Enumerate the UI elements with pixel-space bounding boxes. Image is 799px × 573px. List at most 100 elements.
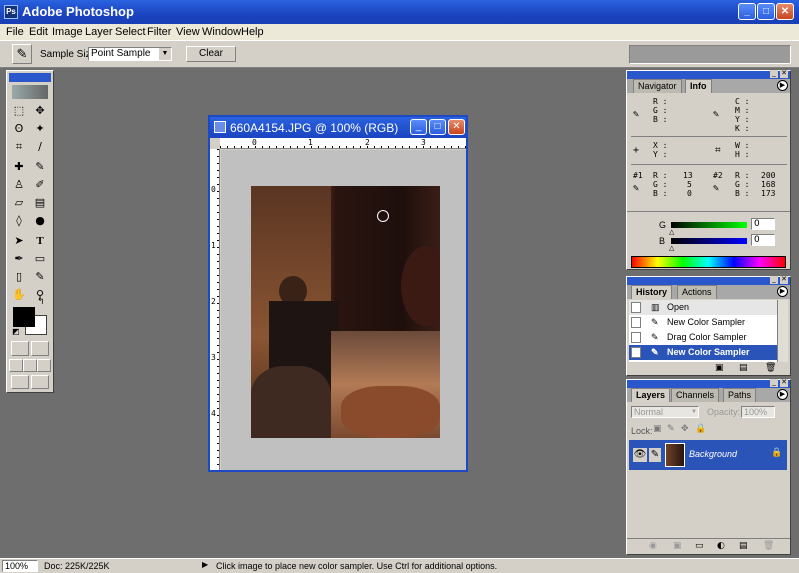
tab-channels[interactable]: Channels <box>671 388 720 402</box>
layer-style-icon[interactable]: ◉ <box>649 541 657 551</box>
full-screen-menu-mode-icon[interactable] <box>23 359 37 372</box>
menu-window[interactable]: Window <box>202 26 241 38</box>
foreground-color-front[interactable] <box>13 307 35 327</box>
new-snapshot-icon[interactable]: ▤ <box>739 363 748 373</box>
panel-close-icon[interactable]: ✕ <box>780 379 788 387</box>
tab-info[interactable]: Info <box>685 79 712 93</box>
info-panel-title-bar[interactable]: _ ✕ <box>627 70 790 79</box>
edit-in-imageready-icon[interactable] <box>31 375 49 389</box>
trash-icon[interactable]: 🗑 <box>765 363 776 373</box>
panel-menu-arrow-icon[interactable]: ▶ <box>777 389 788 400</box>
blur-tool-icon[interactable]: ◊ <box>9 213 29 229</box>
maximize-button[interactable]: □ <box>757 3 775 20</box>
clone-stamp-tool-icon[interactable]: ♙ <box>9 177 29 193</box>
panel-menu-arrow-icon[interactable]: ▶ <box>777 286 788 297</box>
panel-minimize-icon[interactable]: _ <box>770 379 778 387</box>
history-brush-tool-icon[interactable]: ✐ <box>30 177 50 193</box>
history-checkbox[interactable] <box>631 332 641 343</box>
photoshop-icon[interactable]: Ps <box>4 5 18 19</box>
chevron-down-icon[interactable]: ▼ <box>691 407 697 417</box>
notes-tool-icon[interactable]: ▯ <box>9 269 29 285</box>
adobe-online-icon[interactable] <box>12 85 48 99</box>
new-set-icon[interactable]: ▭ <box>695 541 704 551</box>
canvas-area[interactable] <box>221 150 466 470</box>
toolbox-title-bar[interactable] <box>9 73 51 82</box>
document-title-bar[interactable]: 660A4154.JPG @ 100% (RGB) _ □ ✕ <box>210 117 466 138</box>
palette-well[interactable] <box>629 45 791 64</box>
ruler-origin[interactable] <box>210 138 220 149</box>
panel-minimize-icon[interactable]: _ <box>770 70 778 78</box>
path-selection-tool-icon[interactable]: ➤ <box>9 233 29 249</box>
eraser-tool-icon[interactable]: ▱ <box>9 195 29 211</box>
slice-tool-icon[interactable]: ∕ <box>30 139 50 155</box>
chevron-down-icon[interactable]: ▼ <box>159 48 171 60</box>
new-document-icon[interactable]: ▣ <box>715 363 724 373</box>
opacity-field[interactable]: 100% <box>741 406 775 418</box>
history-item[interactable]: ✎ Drag Color Sampler <box>629 330 783 345</box>
standard-mode-icon[interactable] <box>11 341 29 356</box>
menu-layer[interactable]: Layer <box>85 26 113 38</box>
healing-brush-tool-icon[interactable]: ✚ <box>9 159 29 175</box>
dodge-tool-icon[interactable]: ● <box>30 213 50 229</box>
full-screen-mode-icon[interactable] <box>37 359 51 372</box>
hand-tool-icon[interactable]: ✋ <box>9 287 29 303</box>
horizontal-ruler[interactable]: 0 1 2 3 <box>220 138 466 149</box>
type-tool-icon[interactable]: T <box>30 233 50 249</box>
photo-image[interactable] <box>251 186 440 438</box>
history-item[interactable]: ✎ New Color Sampler <box>629 315 783 330</box>
lock-transparency-icon[interactable]: ▣ <box>653 424 662 434</box>
delete-layer-icon[interactable]: 🗑 <box>763 541 774 551</box>
menu-select[interactable]: Select <box>115 26 146 38</box>
clear-button[interactable]: Clear <box>186 46 236 62</box>
document-minimize-button[interactable]: _ <box>410 119 427 135</box>
color-sampler-tool-icon[interactable]: ✎ <box>12 44 32 64</box>
tab-history[interactable]: History <box>631 285 673 299</box>
color-spectrum-bar[interactable] <box>631 256 786 268</box>
gradient-tool-icon[interactable]: ▤ <box>30 195 50 211</box>
layers-panel-title-bar[interactable]: _ ✕ <box>627 379 790 388</box>
quick-mask-mode-icon[interactable] <box>31 341 49 356</box>
panel-close-icon[interactable]: ✕ <box>780 276 788 284</box>
standard-screen-mode-icon[interactable] <box>9 359 23 372</box>
zoom-field[interactable]: 100% <box>2 560 38 572</box>
document-close-button[interactable]: ✕ <box>448 119 465 135</box>
panel-close-icon[interactable]: ✕ <box>780 70 788 78</box>
magic-wand-tool-icon[interactable]: ✦ <box>30 121 50 137</box>
swap-colors-icon[interactable]: ↰ <box>37 297 45 307</box>
tab-navigator[interactable]: Navigator <box>633 79 682 93</box>
pen-tool-icon[interactable]: ✒ <box>9 251 29 267</box>
history-item-selected[interactable]: ✎ New Color Sampler <box>629 345 783 360</box>
vertical-ruler[interactable]: 0 1 2 3 4 <box>210 149 220 470</box>
document-maximize-button[interactable]: □ <box>429 119 446 135</box>
slider-thumb-icon[interactable]: △ <box>669 244 674 252</box>
tab-actions[interactable]: Actions <box>677 285 717 299</box>
menu-help[interactable]: Help <box>241 26 264 38</box>
layer-mask-icon[interactable]: ▣ <box>673 541 682 551</box>
menu-image[interactable]: Image <box>52 26 83 38</box>
panel-minimize-icon[interactable]: _ <box>770 276 778 284</box>
jump-to-imageready-icon[interactable] <box>11 375 29 389</box>
slider-thumb-icon[interactable]: △ <box>669 228 674 236</box>
history-checkbox[interactable] <box>631 302 641 313</box>
default-colors-icon[interactable]: ◩ <box>12 327 20 336</box>
panel-menu-arrow-icon[interactable]: ▶ <box>777 80 788 91</box>
tab-layers[interactable]: Layers <box>631 388 671 402</box>
lasso-tool-icon[interactable]: ʘ <box>9 121 29 137</box>
menu-filter[interactable]: Filter <box>147 26 171 38</box>
brush-tool-icon[interactable]: ✎ <box>30 159 50 175</box>
move-tool-icon[interactable]: ✥ <box>30 103 50 119</box>
eyedropper-tool-icon[interactable]: ✎ <box>30 269 50 285</box>
history-panel-title-bar[interactable]: _ ✕ <box>627 276 790 285</box>
history-scrollbar[interactable] <box>777 300 788 362</box>
color-b-slider[interactable] <box>671 238 747 244</box>
shape-tool-icon[interactable]: ▭ <box>30 251 50 267</box>
blend-mode-select[interactable]: Normal ▼ <box>631 406 699 418</box>
history-item[interactable]: ▥ Open <box>629 300 783 315</box>
close-button[interactable]: ✕ <box>776 3 794 20</box>
minimize-button[interactable]: _ <box>738 3 756 20</box>
layer-row-background[interactable]: 👁 ✎ Background 🔒 <box>629 440 787 470</box>
status-menu-arrow-icon[interactable]: ▶ <box>202 560 208 569</box>
color-b-field[interactable]: 0 <box>751 234 775 246</box>
sample-size-select[interactable]: Point Sample ▼ <box>88 47 172 61</box>
brush-icon[interactable]: ✎ <box>649 448 661 462</box>
